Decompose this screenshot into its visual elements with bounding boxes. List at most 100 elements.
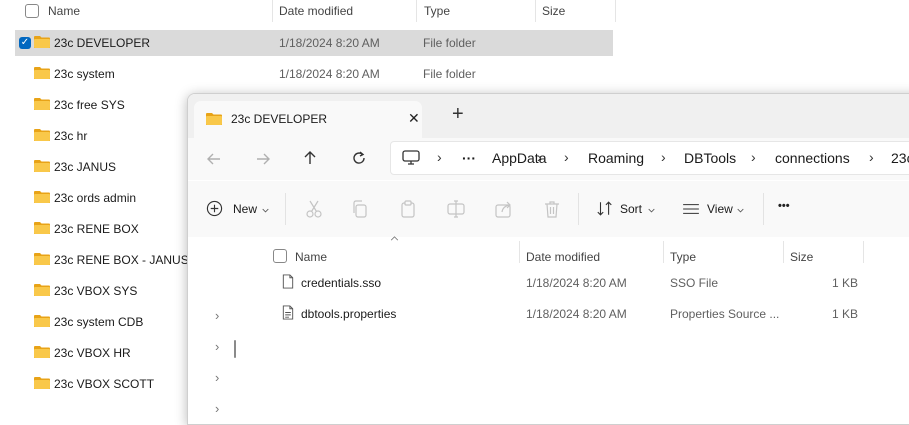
explorer-window: 23c DEVELOPER ✕ + › ··· › AppData Roamin… — [187, 93, 909, 425]
column-header-date[interactable]: Date modified — [526, 250, 600, 264]
file-icon — [282, 305, 294, 320]
more-options-button[interactable]: ••• — [778, 200, 790, 212]
column-header-name[interactable]: Name — [295, 250, 327, 264]
close-tab-icon[interactable]: ✕ — [408, 110, 420, 127]
folder-name: 23c DEVELOPER — [54, 36, 151, 50]
view-button[interactable]: View — [682, 199, 752, 221]
breadcrumb-separator[interactable]: › — [751, 149, 756, 165]
breadcrumb-separator[interactable]: › — [869, 149, 874, 165]
row-checkbox-checked[interactable]: ✓ — [19, 37, 31, 49]
file-size: 1 KB — [832, 307, 859, 321]
share-icon[interactable] — [494, 199, 514, 219]
sort-icon — [597, 201, 612, 216]
folder-name: 23c system — [54, 67, 115, 81]
breadcrumb-roaming[interactable]: Roaming — [588, 150, 644, 166]
folder-icon — [34, 315, 50, 327]
folder-name: 23c system CDB — [54, 315, 144, 329]
breadcrumb-separator[interactable]: › — [437, 149, 442, 165]
paste-icon[interactable] — [398, 199, 418, 219]
select-all-checkbox[interactable] — [273, 249, 287, 263]
view-list-icon — [683, 204, 699, 214]
sort-button[interactable]: Sort — [596, 199, 660, 221]
view-label: View — [707, 202, 733, 216]
column-header-size[interactable]: Size — [542, 4, 565, 18]
breadcrumb-appdata[interactable]: AppData — [492, 150, 546, 166]
forward-arrow-icon[interactable] — [255, 151, 271, 167]
up-arrow-icon[interactable] — [302, 150, 318, 166]
breadcrumb-separator[interactable]: › — [564, 149, 569, 165]
file-type: SSO File — [670, 276, 719, 290]
monitor-icon[interactable] — [402, 150, 420, 166]
column-header-size[interactable]: Size — [790, 250, 813, 264]
address-bar[interactable]: › ··· › AppData Roaming › › DBTools › co… — [390, 141, 909, 175]
folder-icon — [34, 346, 50, 358]
folder-name: 23c RENE BOX — [54, 222, 139, 236]
expand-chevron-icon[interactable]: › — [215, 308, 219, 323]
sort-label: Sort — [620, 202, 643, 216]
folder-icon — [34, 253, 50, 265]
folder-name: 23c free SYS — [54, 98, 125, 112]
file-name: dbtools.properties — [301, 307, 397, 321]
folder-icon — [34, 222, 50, 234]
breadcrumb-dbtools[interactable]: DBTools — [684, 150, 736, 166]
expand-chevron-icon[interactable]: › — [215, 370, 219, 385]
refresh-icon[interactable] — [351, 150, 367, 166]
folder-icon — [34, 67, 50, 79]
chevron-down-icon — [262, 208, 269, 213]
tab-bar: 23c DEVELOPER ✕ + — [188, 94, 909, 139]
file-list: Name Date modified Type Size credentials… — [244, 236, 909, 424]
column-header-type[interactable]: Type — [424, 4, 450, 18]
folder-row[interactable]: 23c system 1/18/2024 8:20 AM File folder — [15, 61, 613, 87]
tab-23c-developer[interactable]: 23c DEVELOPER ✕ — [194, 101, 422, 139]
folder-icon — [34, 191, 50, 203]
folder-name: 23c ords admin — [54, 191, 137, 205]
new-tab-button[interactable]: + — [452, 104, 464, 124]
folder-date: 1/18/2024 8:20 AM — [279, 67, 380, 81]
column-header-date[interactable]: Date modified — [279, 4, 353, 18]
folder-name: 23c RENE BOX - JANUS — [54, 253, 189, 267]
tab-title: 23c DEVELOPER — [231, 112, 328, 126]
file-icon — [282, 274, 294, 289]
folder-icon — [34, 129, 50, 141]
folder-type: File folder — [423, 36, 476, 50]
new-label: New — [233, 202, 258, 216]
folder-icon — [34, 377, 50, 389]
back-arrow-icon[interactable] — [206, 151, 222, 167]
folder-icon — [206, 113, 222, 125]
breadcrumb-separator[interactable]: › — [661, 149, 666, 165]
file-type: Properties Source ... — [670, 307, 780, 321]
expand-chevron-icon[interactable]: › — [215, 401, 219, 416]
folder-icon — [34, 98, 50, 110]
breadcrumb-23c[interactable]: 23c — [891, 150, 909, 166]
rename-icon[interactable] — [446, 199, 466, 219]
cut-icon[interactable] — [304, 199, 324, 219]
folder-name: 23c hr — [54, 129, 88, 143]
command-bar: New Sort View ••• — [188, 181, 909, 238]
copy-icon[interactable] — [350, 199, 370, 219]
breadcrumb-connections[interactable]: connections — [775, 150, 850, 166]
folder-date: 1/18/2024 8:20 AM — [279, 36, 380, 50]
pane-splitter[interactable] — [234, 340, 236, 358]
delete-icon[interactable] — [542, 199, 562, 219]
plus-circle-icon — [206, 200, 223, 217]
file-date: 1/18/2024 8:20 AM — [526, 276, 627, 290]
file-date: 1/18/2024 8:20 AM — [526, 307, 627, 321]
breadcrumb-ellipsis[interactable]: ··· — [462, 150, 476, 166]
folder-row[interactable]: ✓ 23c DEVELOPER 1/18/2024 8:20 AM File f… — [15, 30, 613, 56]
folder-name: 23c JANUS — [54, 160, 117, 174]
folder-name: 23c VBOX SYS — [54, 284, 138, 298]
sort-ascending-icon — [390, 236, 399, 241]
expand-chevron-icon[interactable]: › — [215, 339, 219, 354]
folder-icon — [34, 160, 50, 172]
file-row[interactable]: dbtools.properties 1/18/2024 8:20 AM Pro… — [266, 300, 864, 328]
new-button[interactable]: New — [206, 199, 272, 221]
column-header-type[interactable]: Type — [670, 250, 696, 264]
folder-type: File folder — [423, 67, 476, 81]
select-all-checkbox[interactable] — [25, 4, 39, 18]
file-name: credentials.sso — [301, 276, 382, 290]
navigation-pane: › › › › — [188, 237, 245, 424]
file-row[interactable]: credentials.sso 1/18/2024 8:20 AM SSO Fi… — [266, 269, 864, 297]
column-header-name[interactable]: Name — [48, 4, 80, 18]
folder-icon — [34, 36, 50, 48]
folder-name: 23c VBOX SCOTT — [54, 377, 155, 391]
